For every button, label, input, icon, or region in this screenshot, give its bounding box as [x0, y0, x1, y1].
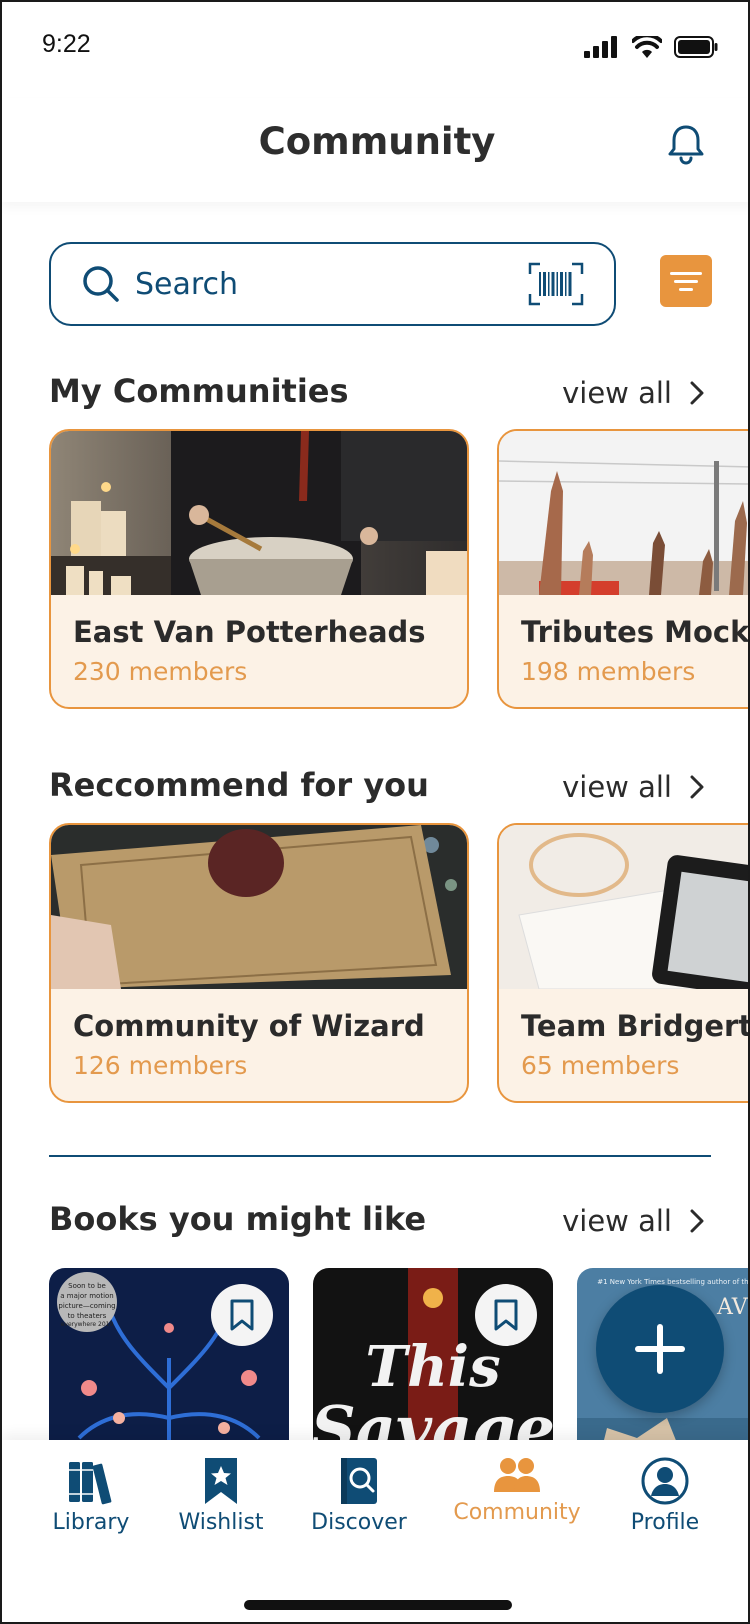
view-all-my-communities[interactable]: view all	[562, 376, 704, 410]
community-title: East Van Potterheads	[73, 615, 426, 649]
nav-label: Discover	[311, 1510, 407, 1535]
cover-title-line1: This	[365, 1334, 500, 1400]
community-members: 230 members	[73, 657, 248, 686]
bookmark-button[interactable]	[475, 1284, 537, 1346]
community-image-wizard	[51, 825, 467, 989]
bookmark-button[interactable]	[211, 1284, 273, 1346]
book-cover[interactable]: This Savage	[313, 1268, 553, 1468]
my-communities-row: East Van Potterheads 230 members Tribute…	[49, 429, 750, 709]
barcode-icon[interactable]	[528, 262, 584, 306]
community-card[interactable]: East Van Potterheads 230 members	[49, 429, 469, 709]
discover-icon	[341, 1458, 377, 1504]
view-all-recommend[interactable]: view all	[562, 770, 704, 804]
svg-text:to theaters: to theaters	[68, 1312, 107, 1320]
community-title: Team Bridgerto	[521, 1009, 750, 1043]
view-all-label: view all	[562, 376, 672, 410]
nav-label: Profile	[630, 1510, 700, 1535]
home-indicator	[244, 1600, 512, 1610]
plus-icon	[635, 1324, 685, 1374]
community-members: 126 members	[73, 1051, 248, 1080]
svg-text:everywhere 2019: everywhere 2019	[61, 1321, 114, 1328]
view-all-label: view all	[562, 1204, 672, 1238]
status-bar: 9:22	[2, 2, 748, 98]
community-title: Community of Wizard	[73, 1009, 425, 1043]
filter-button[interactable]	[660, 255, 712, 307]
wishlist-icon	[205, 1458, 237, 1504]
nav-item-community[interactable]: Community	[442, 1456, 592, 1525]
header: Community	[2, 98, 748, 202]
nav-item-profile[interactable]: Profile	[590, 1456, 740, 1535]
cover-author: AVEYAR	[716, 1295, 750, 1320]
section-title-recommend: Reccommend for you	[49, 766, 429, 804]
community-members: 65 members	[521, 1051, 680, 1080]
battery-icon	[674, 36, 718, 58]
nav-item-library[interactable]: Library	[16, 1456, 166, 1535]
view-all-books[interactable]: view all	[562, 1204, 704, 1238]
cellular-signal-icon	[584, 36, 617, 58]
wifi-icon	[632, 36, 662, 58]
community-icon	[494, 1458, 540, 1492]
search-icon	[83, 266, 119, 302]
page-title: Community	[258, 120, 496, 163]
community-card[interactable]: Team Bridgerto 65 members	[497, 823, 750, 1103]
book-cover[interactable]: Soon to be a major motion picture—coming…	[49, 1268, 289, 1468]
nav-label: Wishlist	[178, 1510, 264, 1535]
bookmark-icon	[494, 1299, 518, 1331]
community-members: 198 members	[521, 657, 696, 686]
profile-icon	[641, 1457, 689, 1505]
section-title-books: Books you might like	[49, 1200, 427, 1238]
search-box[interactable]	[49, 242, 616, 326]
community-card[interactable]: Community of Wizard 126 members	[49, 823, 469, 1103]
recommend-row: Community of Wizard 126 members Team Bri…	[49, 823, 750, 1103]
bottom-nav: Library Wishlist Discover Community Prof…	[2, 1440, 748, 1622]
add-button[interactable]	[596, 1285, 724, 1413]
chevron-right-icon	[690, 775, 704, 799]
nav-item-discover[interactable]: Discover	[284, 1456, 434, 1535]
phone-screen: 9:22 Community Search My Communities vie…	[0, 0, 750, 1624]
nav-item-wishlist[interactable]: Wishlist	[146, 1456, 296, 1535]
svg-text:picture—coming: picture—coming	[58, 1302, 115, 1310]
chevron-right-icon	[690, 381, 704, 405]
nav-label: Community	[453, 1500, 581, 1525]
nav-label: Library	[52, 1510, 130, 1535]
cover-top-text: #1 New York Times bestselling author of …	[597, 1278, 750, 1286]
bell-icon[interactable]	[664, 122, 708, 166]
status-time: 9:22	[42, 30, 91, 58]
community-image-tributes	[499, 431, 748, 595]
view-all-label: view all	[562, 770, 672, 804]
community-card[interactable]: Tributes Mockin 198 members	[497, 429, 750, 709]
chevron-right-icon	[690, 1209, 704, 1233]
bookmark-icon	[230, 1299, 254, 1331]
search-input[interactable]	[135, 262, 495, 306]
community-image-bridgerton	[499, 825, 748, 989]
community-title: Tributes Mockin	[521, 615, 750, 649]
svg-text:a major motion: a major motion	[60, 1292, 113, 1300]
cover-badge-text: Soon to be	[68, 1282, 106, 1290]
section-divider	[49, 1155, 711, 1157]
status-icons	[584, 36, 718, 58]
filter-icon	[670, 271, 702, 275]
library-icon	[69, 1462, 112, 1505]
section-title-my-communities: My Communities	[49, 372, 349, 410]
community-image-potterheads	[51, 431, 467, 595]
